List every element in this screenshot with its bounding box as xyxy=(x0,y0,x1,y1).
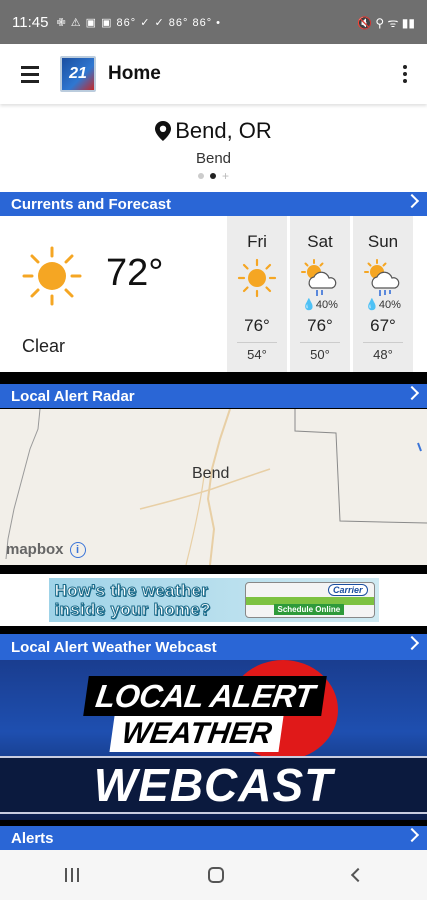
page-dot-active xyxy=(209,173,216,179)
section-title: Currents and Forecast xyxy=(11,195,172,213)
mapbox-logo: mapbox xyxy=(6,541,64,558)
recent-apps-button[interactable] xyxy=(64,868,79,882)
forecast-precip: 💧40% xyxy=(302,299,338,311)
ad-van-image: Carrier Schedule Online xyxy=(244,582,375,618)
forecast-day[interactable]: Sun 💧40% 67° 48° xyxy=(353,216,413,372)
current-condition: Clear xyxy=(22,336,66,356)
station-logo: 21 xyxy=(60,56,96,92)
section-title: Local Alert Radar xyxy=(11,387,135,405)
forecast-high: 76° xyxy=(307,316,333,335)
forecast-low: 48° xyxy=(363,342,403,362)
ad-banner[interactable]: How's the weather inside your home? Carr… xyxy=(0,574,427,626)
page-indicator: + xyxy=(0,170,427,182)
forecast-high: 76° xyxy=(244,316,270,335)
radar-map[interactable]: Bend mapbox i xyxy=(0,409,427,565)
partly-cloudy-rain-icon xyxy=(301,259,337,296)
forecast-day-name: Sun xyxy=(367,232,399,251)
ad-headline: How's the weather inside your home? xyxy=(54,581,211,620)
app-bar: 21 Home xyxy=(0,44,427,104)
sun-icon xyxy=(237,258,277,298)
divider xyxy=(0,372,427,384)
raindrop-icon: 💧 xyxy=(365,299,379,311)
forecast-scroll-edge xyxy=(413,216,427,372)
forecast-strip: Fri 76° 54° Sat 💧40% 76° 50° Sun 💧40% 67… xyxy=(227,216,413,372)
chevron-right-icon xyxy=(404,193,420,209)
webcast-title-local-alert: LOCAL ALERT xyxy=(83,676,327,716)
page-dot xyxy=(197,173,204,179)
forecast-day[interactable]: Fri 76° 54° xyxy=(227,216,287,372)
forecast-low: 50° xyxy=(300,342,340,362)
chevron-right-icon xyxy=(404,385,420,401)
status-time: 11:45 xyxy=(12,13,49,31)
forecast-day[interactable]: Sat 💧40% 76° 50° xyxy=(290,216,350,372)
system-nav-bar xyxy=(0,850,427,900)
location-header: Bend, OR Bend + xyxy=(0,104,427,192)
section-title: Alerts xyxy=(11,829,54,847)
section-local-alert-webcast[interactable]: Local Alert Weather Webcast xyxy=(0,634,427,660)
ad-brand: Carrier xyxy=(327,584,368,596)
chevron-right-icon xyxy=(404,827,420,843)
divider xyxy=(0,626,427,634)
status-system-icons: 🔇 ⚲ ᯤ ▮▮ xyxy=(357,15,415,30)
home-button[interactable] xyxy=(207,867,224,883)
status-notification-icons: ✙ ⚠ ▣ ▣ 86° ✓ ✓ 86° 86° • xyxy=(56,16,221,29)
menu-button[interactable] xyxy=(0,44,60,104)
overflow-menu-button[interactable] xyxy=(383,44,427,104)
forecast-precip xyxy=(227,298,287,312)
section-currents-forecast[interactable]: Currents and Forecast xyxy=(0,192,427,216)
section-title: Local Alert Weather Webcast xyxy=(11,638,217,656)
ad-creative: How's the weather inside your home? Carr… xyxy=(48,578,379,622)
mapbox-attribution[interactable]: mapbox i xyxy=(6,541,86,558)
page-title: Home xyxy=(108,63,161,84)
status-bar: 11:45 ✙ ⚠ ▣ ▣ 86° ✓ ✓ 86° 86° • 🔇 ⚲ ᯤ ▮▮ xyxy=(0,0,427,44)
location-pin-icon xyxy=(155,121,172,141)
webcast-thumbnail[interactable]: LOCAL ALERT WEATHER WEBCAST xyxy=(0,660,427,820)
hamburger-icon xyxy=(21,64,39,85)
current-temperature: 72° xyxy=(106,252,164,294)
ad-cta: Schedule Online xyxy=(273,604,345,615)
location-city: Bend, OR xyxy=(175,118,272,143)
section-alerts[interactable]: Alerts xyxy=(0,826,427,850)
forecast-day-name: Fri xyxy=(247,232,267,251)
add-location-icon[interactable]: + xyxy=(222,170,229,182)
divider xyxy=(0,565,427,574)
section-local-alert-radar[interactable]: Local Alert Radar xyxy=(0,384,427,408)
raindrop-icon: 💧 xyxy=(302,299,316,311)
current-conditions[interactable]: 72° Clear xyxy=(0,216,227,372)
location-selector[interactable]: Bend, OR xyxy=(0,118,427,144)
partly-cloudy-rain-icon xyxy=(364,259,400,296)
chevron-right-icon xyxy=(404,635,420,651)
sun-icon xyxy=(22,246,82,306)
forecast-high: 67° xyxy=(370,316,396,335)
forecast-low: 54° xyxy=(237,342,277,362)
webcast-title-webcast: WEBCAST xyxy=(93,759,334,811)
map-city-label: Bend xyxy=(192,465,230,482)
back-button[interactable] xyxy=(350,867,365,883)
webcast-title-weather: WEATHER xyxy=(109,716,284,752)
location-subtitle: Bend xyxy=(195,150,232,167)
forecast-day-name: Sat xyxy=(307,232,333,251)
forecast-precip: 💧40% xyxy=(365,299,401,311)
info-icon[interactable]: i xyxy=(69,541,86,558)
